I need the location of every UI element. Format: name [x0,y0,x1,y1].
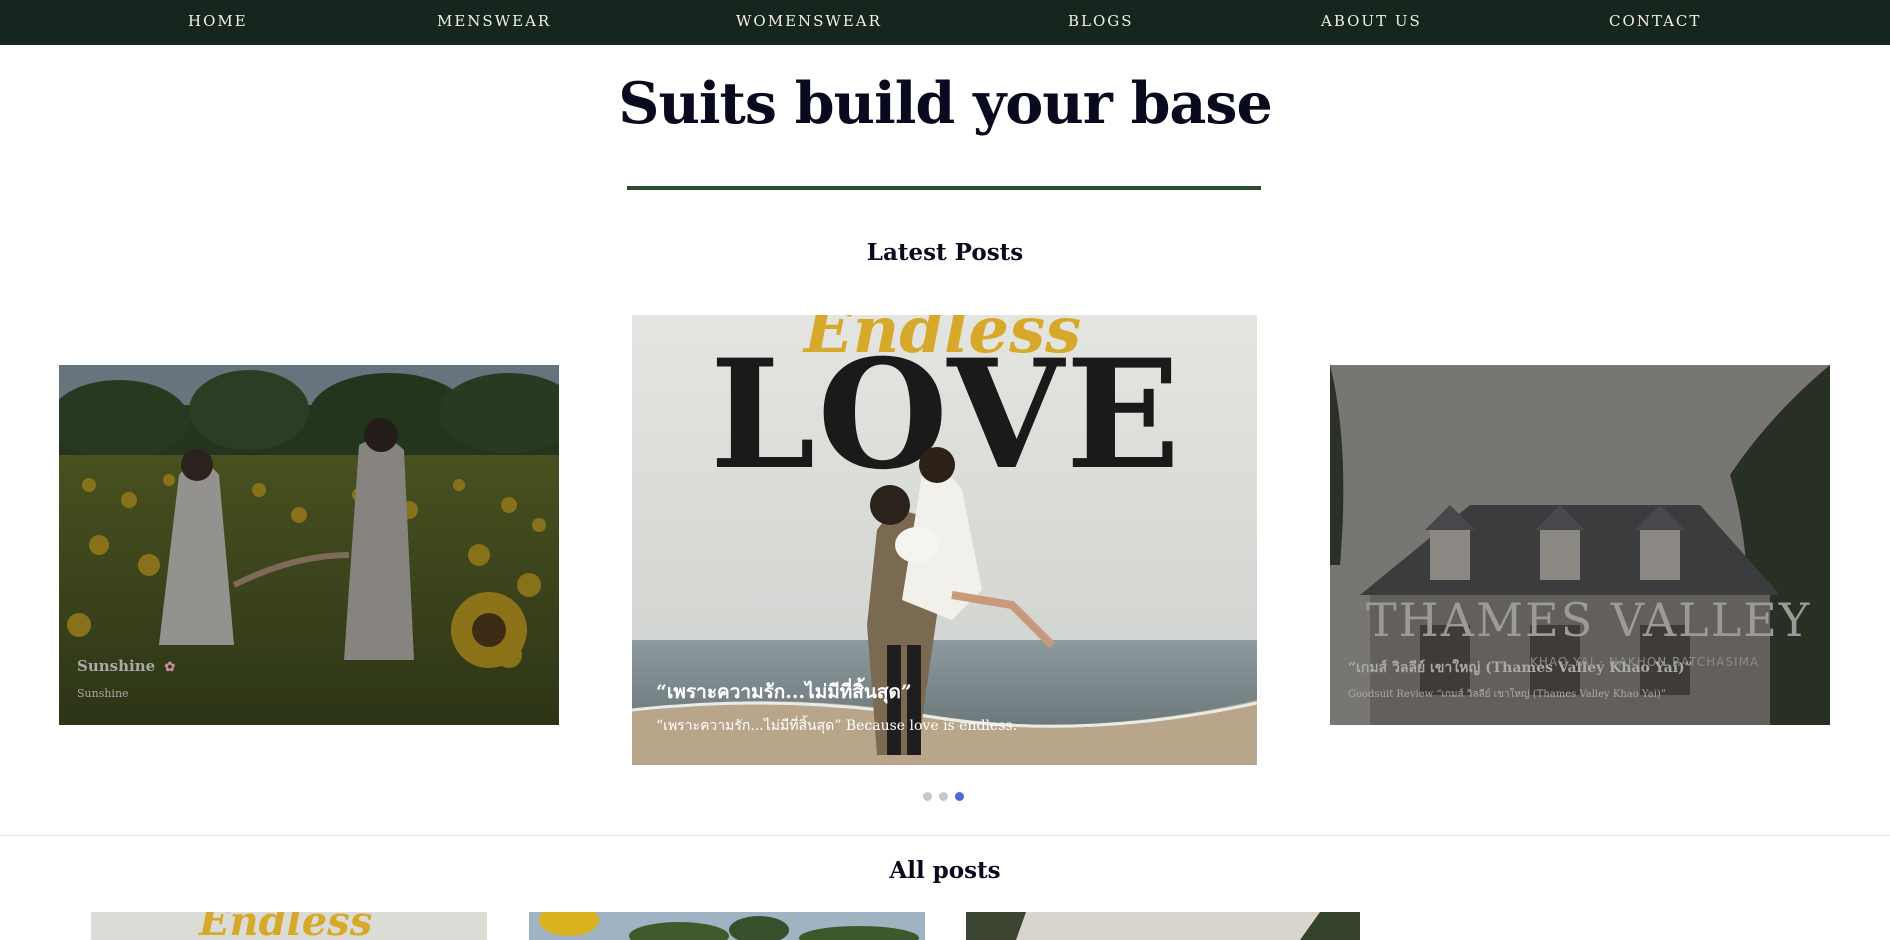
all-posts-thumb-thames-valley[interactable] [966,912,1360,940]
card-subtitle: Goodsuit Review “เกมส์ วิลลีย์ เขาใหญ่ (… [1348,689,1666,700]
nav-blogs[interactable]: BLOGS [1068,0,1134,45]
card-subtitle: “เพราะความรัก...ไม่มีที่สิ้นสุด” Because… [656,718,1018,734]
thames-thumb-photo [966,912,1360,940]
latest-posts-heading: Latest Posts [866,239,1024,266]
card-title: “เพราะความรัก...ไม่มีที่สิ้นสุด” [656,681,912,703]
section-divider [0,835,1890,836]
card-title: “เกมส์ วิลลีย์ เขาใหญ่ (Thames Valley Kh… [1348,660,1693,676]
nav-menswear[interactable]: MENSWEAR [437,0,551,45]
post-card-love[interactable]: Endless LOVE “เพราะความรัก...ไม่มีที่สิ้… [632,315,1257,765]
carousel-dot-1[interactable] [923,792,932,801]
nav-home[interactable]: HOME [188,0,248,45]
sunshine-thumb-photo [529,912,925,940]
top-navigation: HOME MENSWEAR WOMENSWEAR BLOGS ABOUT US … [0,0,1890,45]
carousel-dot-3[interactable] [955,792,964,801]
flower-icon: ✿ [164,660,176,675]
endless-thumb-script: Endless [199,912,373,940]
nav-about-us[interactable]: ABOUT US [1321,0,1422,45]
post-card-sunshine[interactable]: Sunshine ✿ Sunshine [59,365,559,725]
all-posts-thumb-love[interactable]: Endless [91,912,487,940]
all-posts-heading: All posts [889,857,1001,884]
title-divider [627,186,1261,190]
all-posts-thumb-sunshine[interactable] [529,912,925,940]
thames-valley-image-text: THAMES VALLEY [1366,593,1812,647]
page-title: Suits build your base [618,70,1272,137]
carousel-dot-2[interactable] [939,792,948,801]
nav-contact[interactable]: CONTACT [1609,0,1701,45]
card-subtitle: Sunshine [77,687,129,700]
nav-womenswear[interactable]: WOMENSWEAR [736,0,882,45]
post-card-thames-valley[interactable]: THAMES VALLEY KHAO YAI · NAKHON RATCHASI… [1330,365,1830,725]
card-title: Sunshine ✿ [77,657,176,675]
